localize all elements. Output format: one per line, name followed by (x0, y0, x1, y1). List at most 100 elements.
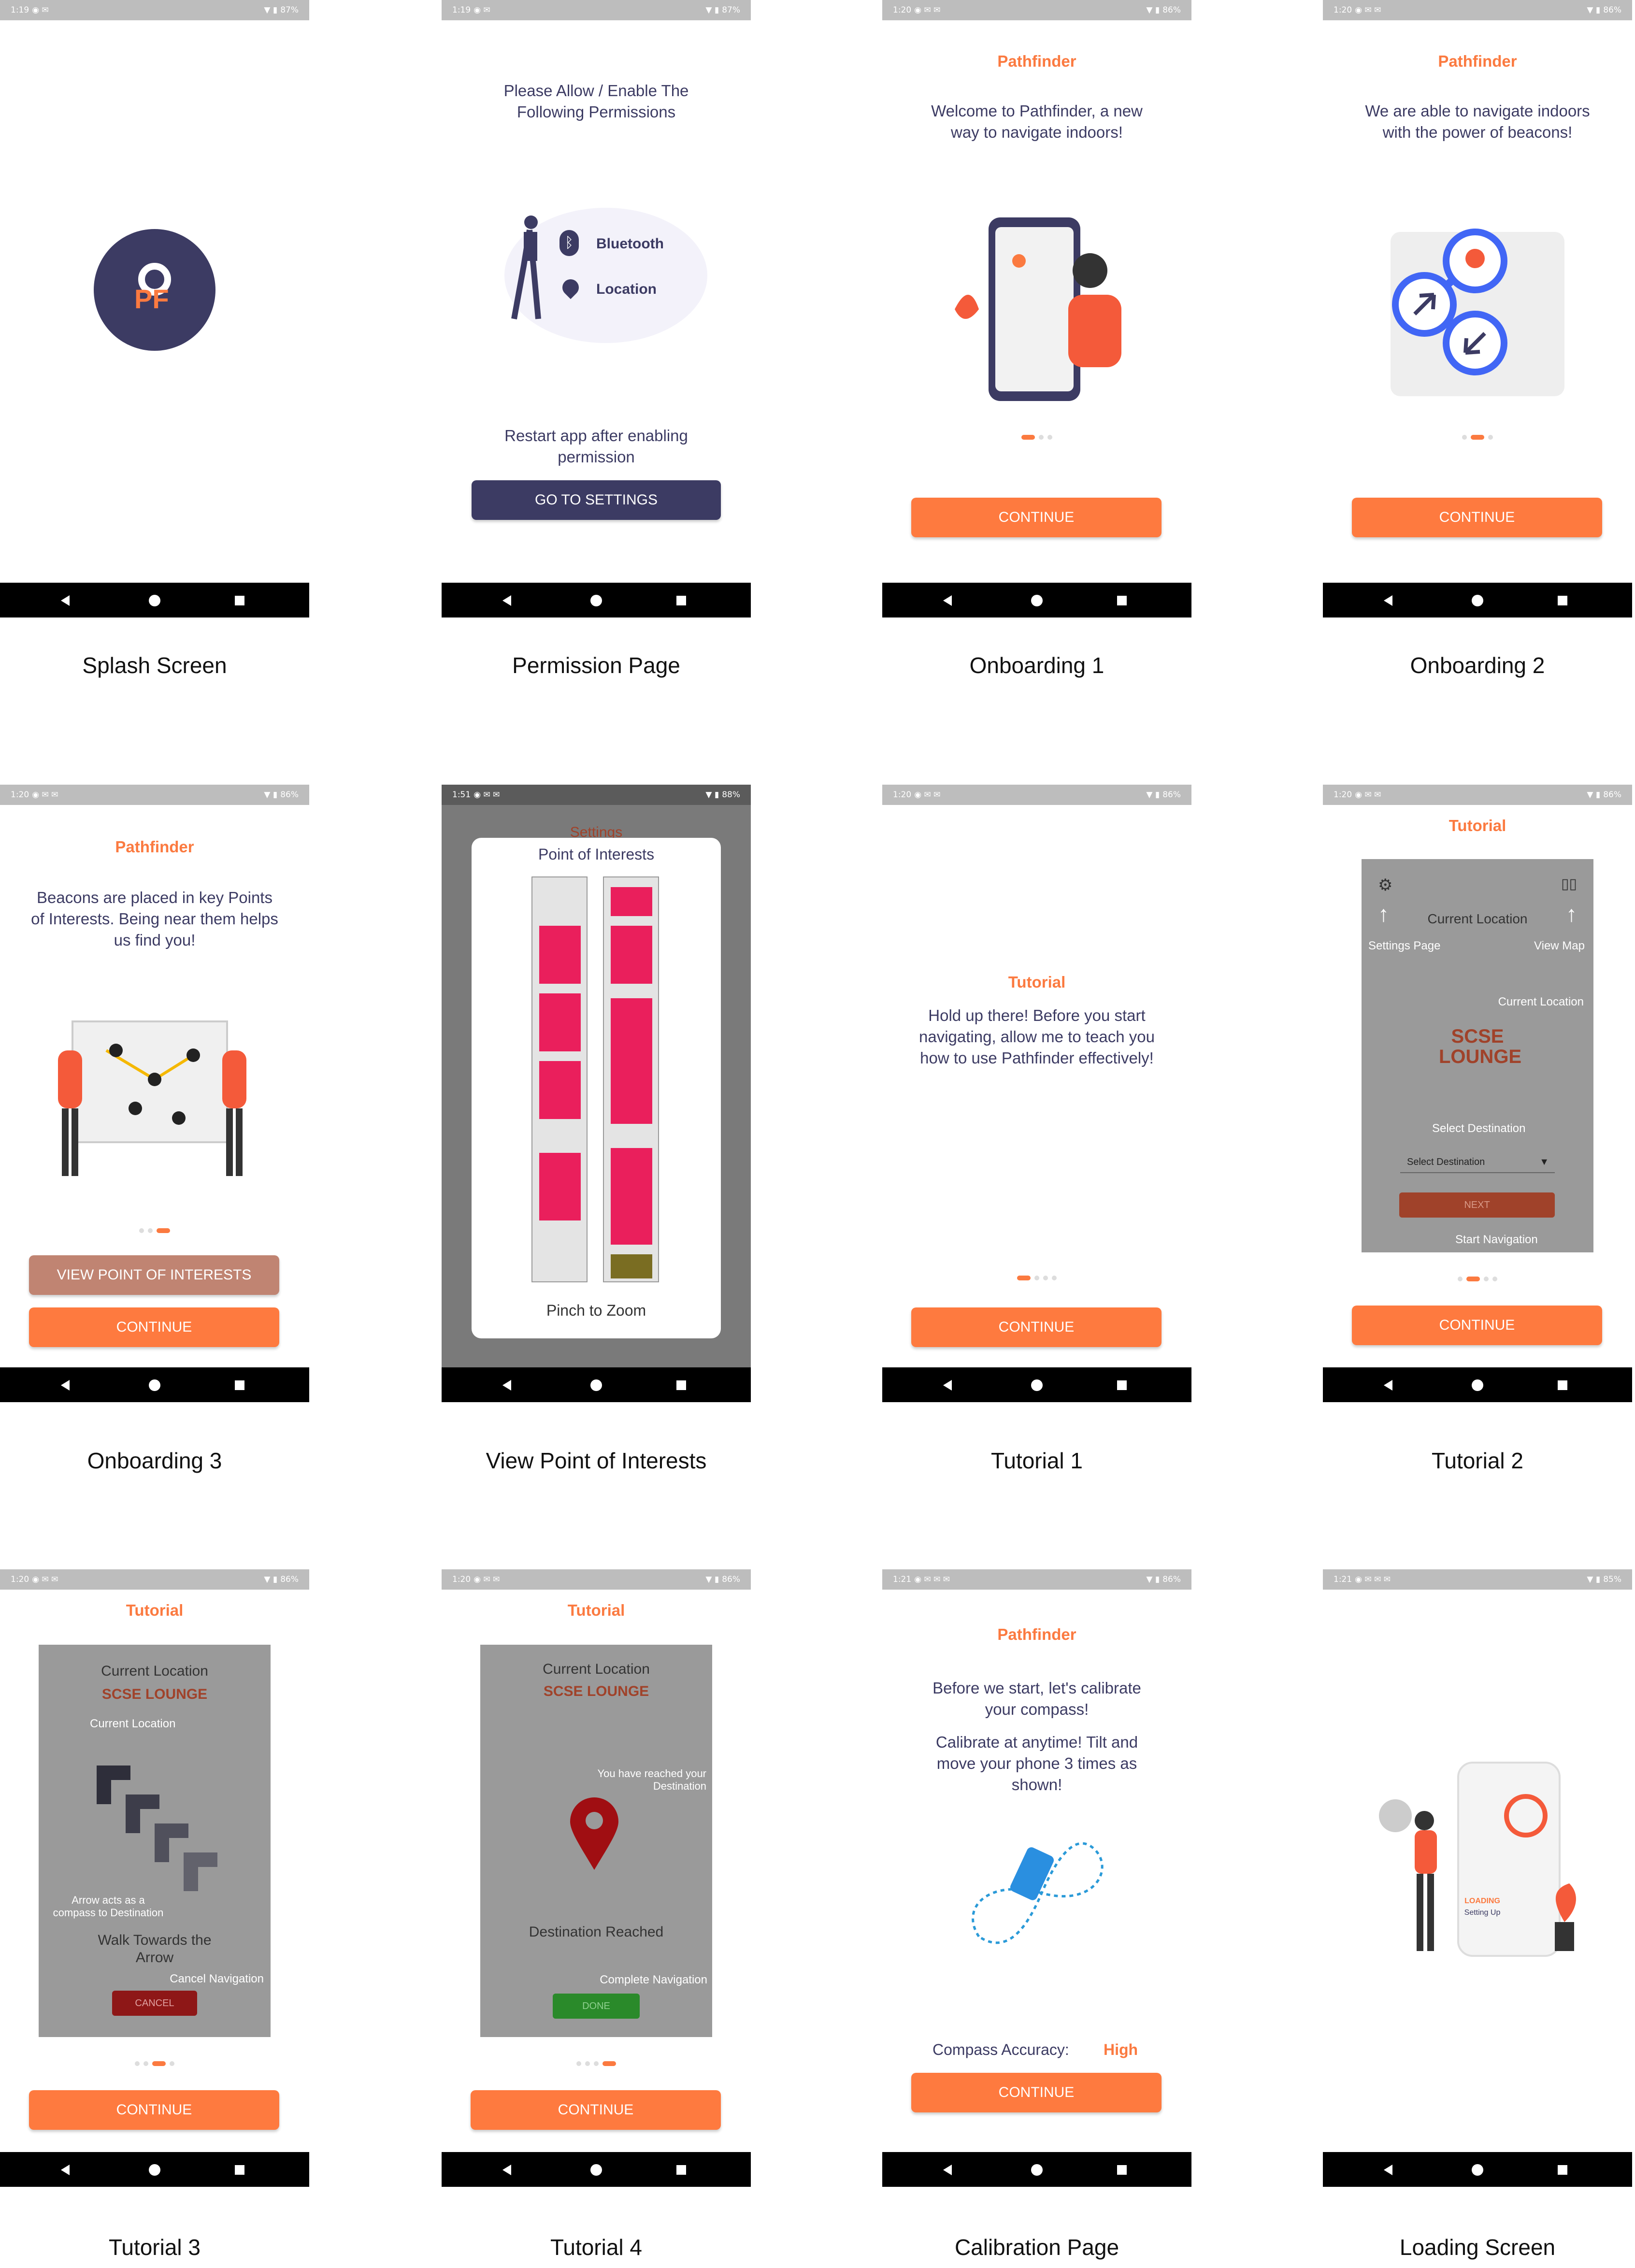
recents-icon[interactable] (1558, 2165, 1567, 2175)
permission-title: Please Allow / Enable The Following Perm… (503, 82, 689, 121)
back-icon[interactable] (502, 2165, 511, 2175)
home-icon[interactable] (149, 1379, 160, 1391)
setting-up-label: Setting Up (1464, 1909, 1501, 1917)
recents-icon[interactable] (1117, 1380, 1127, 1390)
continue-button[interactable]: CONTINUE (911, 498, 1162, 537)
settings-page-hint: Settings Page (1368, 939, 1441, 952)
app-header: Pathfinder (997, 1625, 1076, 1643)
screen-tutorial-1: 1:20 ◉ ✉ ✉ ▼ ▮ 86% Tutorial Hold up there! … (882, 785, 1191, 1402)
home-icon[interactable] (590, 1379, 602, 1391)
tutorial-demo: ⚙ ▯▯ ↑ ↑ Current Location Settings Page … (1362, 859, 1593, 1252)
page-indicator (882, 435, 1191, 440)
onboarding-text: We are able to navigate indoors with the… (1365, 102, 1590, 141)
back-icon[interactable] (943, 1380, 952, 1391)
caption-permission: Permission Page (512, 653, 680, 678)
logo-text: PF (134, 284, 169, 314)
floor-map-left[interactable] (531, 876, 588, 1282)
continue-button[interactable]: CONTINUE (1352, 498, 1602, 537)
continue-button[interactable]: CONTINUE (911, 1307, 1162, 1347)
app-header: Pathfinder (997, 52, 1076, 70)
onboarding-text: Beacons are placed in key Points of Inte… (31, 889, 278, 949)
recents-icon[interactable] (235, 2165, 244, 2175)
recents-icon[interactable] (1117, 596, 1127, 605)
back-icon[interactable] (1384, 595, 1392, 606)
map-illustration (48, 1002, 261, 1186)
compass-accuracy-value: High (1104, 2041, 1138, 2058)
reached-hint: You have reached your Destination (597, 1767, 706, 1792)
destination-select[interactable]: Select Destination ▼ (1400, 1152, 1555, 1173)
home-icon[interactable] (149, 595, 160, 606)
status-battery: 86% (1603, 5, 1621, 15)
caption-onboarding-1: Onboarding 1 (969, 653, 1104, 678)
continue-button[interactable]: CONTINUE (911, 2073, 1162, 2112)
app-header: Pathfinder (1438, 52, 1517, 70)
start-navigation-hint: Start Navigation (1455, 1233, 1538, 1246)
home-icon[interactable] (1031, 1379, 1043, 1391)
destination-select-value: Select Destination (1407, 1157, 1485, 1167)
back-icon[interactable] (943, 2165, 952, 2175)
app-header: Pathfinder (115, 838, 194, 856)
back-icon[interactable] (61, 2165, 70, 2175)
home-icon[interactable] (1031, 2164, 1043, 2176)
status-bar: 1:21 ◉ ✉ ✉ ✉ ▼ ▮ 85% (1323, 1569, 1632, 1590)
screen-point-of-interests: 1:51 ◉ ✉ ✉ ▼ ▮ 88% Settings Point of Intere… (442, 785, 751, 1402)
tutorial-header: Tutorial (1008, 973, 1066, 991)
home-icon[interactable] (1031, 595, 1043, 606)
back-icon[interactable] (1384, 1380, 1392, 1391)
status-bar: 1:20 ◉ ✉ ✉ ▼ ▮ 86% (1323, 785, 1632, 805)
view-points-of-interest-button[interactable]: VIEW POINT OF INTERESTS (29, 1255, 279, 1295)
back-icon[interactable] (1384, 2165, 1392, 2175)
location-name: SCSE LOUNGE (543, 1683, 649, 1699)
continue-button[interactable]: CONTINUE (29, 1307, 279, 1347)
home-icon[interactable] (1472, 595, 1483, 606)
home-icon[interactable] (1472, 1379, 1483, 1391)
status-bar: 1:21 ◉ ✉ ✉ ✉ ▼ ▮ 86% (882, 1569, 1191, 1590)
status-bar: 1:20 ◉ ✉ ✉ ▼ ▮ 86% (882, 785, 1191, 805)
recents-icon[interactable] (1117, 2165, 1127, 2175)
caption-tutorial-2: Tutorial 2 (1431, 1448, 1524, 1473)
status-battery: 86% (280, 1575, 299, 1584)
page-indicator (1323, 435, 1632, 440)
next-button[interactable]: NEXT (1399, 1192, 1555, 1218)
page-indicator (882, 1276, 1191, 1280)
back-icon[interactable] (943, 595, 952, 606)
floor-map-right[interactable] (603, 876, 659, 1282)
caption-onboarding-3: Onboarding 3 (87, 1448, 222, 1473)
home-icon[interactable] (1472, 2164, 1483, 2176)
recents-icon[interactable] (235, 1380, 244, 1390)
recents-icon[interactable] (1558, 1380, 1567, 1390)
recents-icon[interactable] (676, 1380, 686, 1390)
continue-button[interactable]: CONTINUE (471, 2090, 721, 2130)
recents-icon[interactable] (1558, 596, 1567, 605)
back-icon[interactable] (61, 1380, 70, 1391)
back-icon[interactable] (502, 595, 511, 606)
nav-bar (882, 1367, 1191, 1402)
status-time: 1:20 (11, 1575, 29, 1584)
status-time: 1:20 (893, 5, 912, 15)
continue-button[interactable]: CONTINUE (1352, 1306, 1602, 1345)
page-indicator (0, 1228, 309, 1233)
done-button[interactable]: DONE (553, 1994, 640, 2019)
arrow-compass-hint: Arrow acts as a compass to Destination (53, 1894, 164, 1919)
continue-button[interactable]: CONTINUE (29, 2090, 279, 2130)
phone-illustration (945, 213, 1148, 406)
recents-icon[interactable] (676, 2165, 686, 2175)
caption-onboarding-2: Onboarding 2 (1410, 653, 1545, 678)
recents-icon[interactable] (235, 596, 244, 605)
caption-splash: Splash Screen (82, 653, 227, 678)
screen-tutorial-3: 1:20 ◉ ✉ ✉ ▼ ▮ 86% Tutorial Current Locatio… (0, 1569, 309, 2187)
status-bar: 1:20 ◉ ✉ ✉ ▼ ▮ 86% (0, 785, 309, 805)
home-icon[interactable] (149, 2164, 160, 2176)
caption-calibration: Calibration Page (954, 2235, 1119, 2260)
back-icon[interactable] (502, 1380, 511, 1391)
screen-onboarding-1: 1:20 ◉ ✉ ✉ ▼ ▮ 86% Pathfinder Welcome to Pa… (882, 0, 1191, 617)
status-time: 1:20 (893, 790, 912, 800)
home-icon[interactable] (590, 2164, 602, 2176)
go-to-settings-button[interactable]: GO TO SETTINGS (472, 480, 721, 520)
recents-icon[interactable] (676, 596, 686, 605)
home-icon[interactable] (590, 595, 602, 606)
walk-towards-arrow: Walk Towards the Arrow (98, 1932, 212, 1966)
cancel-button[interactable]: CANCEL (112, 1991, 197, 2016)
back-icon[interactable] (61, 595, 70, 606)
map-icon: ▯▯ (1561, 876, 1577, 892)
